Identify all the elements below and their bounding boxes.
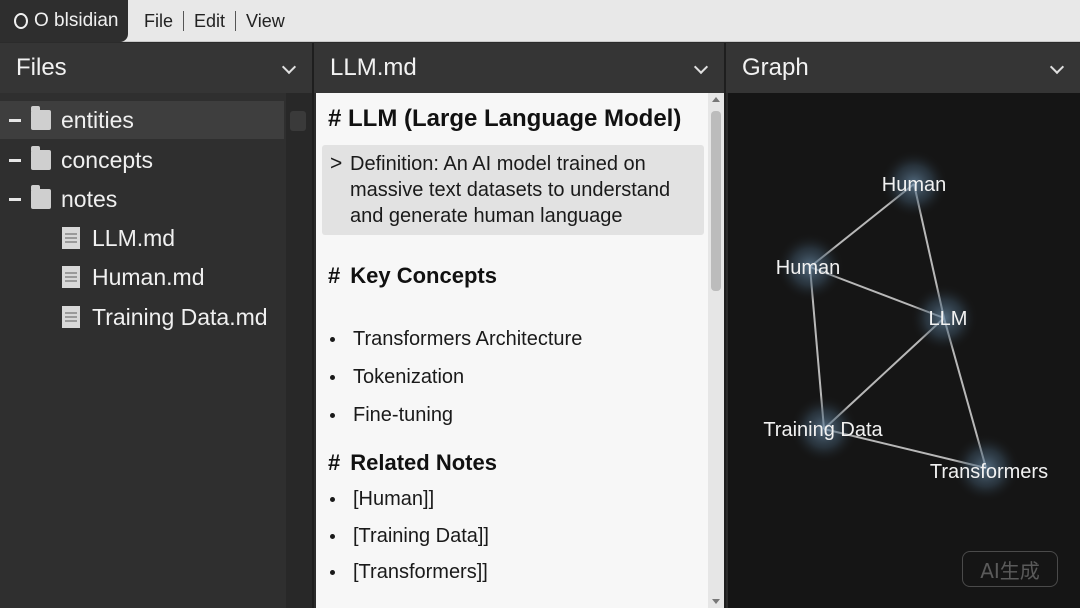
internal-link[interactable]: [Transformers]] [353,561,488,584]
list-item-text: Fine-tuning [353,404,454,426]
folder-icon [31,106,51,130]
bullet-icon [330,497,335,502]
definition-blockquote: > Definition: An AI model trained on mas… [322,145,704,235]
tree-item-notes[interactable]: notes [0,180,117,218]
graph-node-label[interactable]: LLM [929,308,968,330]
menu-edit[interactable]: Edit [190,11,229,32]
internal-link[interactable]: [Human]] [353,488,434,511]
collapse-dash-icon[interactable] [9,197,21,201]
folder-icon [31,185,51,209]
bullet-icon [330,375,335,380]
graph-node-label[interactable]: Training Data [763,419,883,441]
files-scrollbar[interactable] [286,93,312,608]
menu-separator [235,11,237,31]
note-heading: # LLM (Large Language Model) [328,105,682,132]
blockquote-marker: > [330,152,343,175]
graph-node-label[interactable]: Human [776,257,840,279]
heading-hash: # [328,450,341,475]
graph-node-label[interactable]: Transformers [930,461,1048,483]
editor-pane-title: LLM.md [330,54,417,81]
tree-item-entities[interactable]: entities [0,101,284,139]
folder-icon [31,146,51,170]
graph-view[interactable]: Human Human LLM Training Data Transforme… [728,93,1080,608]
menu-bar: File Edit View [140,0,289,42]
collapse-dash-icon[interactable] [9,158,21,162]
tree-item-concepts[interactable]: concepts [0,141,153,179]
heading-text: Key Concepts [350,263,497,288]
list-item-text: Tokenization [353,366,465,388]
graph-pane-title: Graph [742,54,809,81]
files-pane-header[interactable]: Files [0,43,312,93]
list-item: [Training Data]] [328,525,489,548]
chevron-down-icon[interactable] [693,59,709,75]
scroll-down-arrow-icon[interactable] [712,599,720,604]
list-item: [Human]] [328,488,434,511]
scrollbar-thumb[interactable] [290,111,306,131]
tree-item-label: notes [61,185,118,212]
graph-canvas[interactable]: Human Human LLM Training Data Transforme… [728,93,1080,608]
tree-item-label: Training Data.md [92,303,268,330]
menu-separator [183,11,185,31]
pane-divider[interactable] [724,43,726,608]
blockquote-text: Definition: An AI model trained on massi… [350,153,671,227]
tree-item-label: concepts [61,146,154,173]
ai-generated-watermark: AI生成 [962,551,1058,587]
heading-text: Related Notes [350,450,497,475]
bullet-icon [330,413,335,418]
heading-hash: # [328,263,341,288]
bullet-icon [330,337,335,342]
editor[interactable]: # LLM (Large Language Model) > Definitio… [316,93,708,608]
editor-scrollbar[interactable] [708,93,724,608]
chevron-down-icon[interactable] [281,59,297,75]
file-explorer: entities concepts notes LLM.md Human.md … [0,93,312,608]
key-concepts-heading: # Key Concepts [328,263,497,289]
scrollbar-thumb[interactable] [711,111,721,291]
internal-link[interactable]: [Training Data]] [353,525,489,548]
list-item: Transformers Architecture [328,328,582,351]
scroll-up-arrow-icon[interactable] [712,97,720,102]
file-icon [62,227,80,249]
file-icon [62,266,80,288]
chevron-down-icon[interactable] [1049,59,1065,75]
tree-item-label: LLM.md [92,224,176,251]
tree-item-label: Human.md [92,263,205,290]
editor-pane-header[interactable]: LLM.md [314,43,724,93]
list-item: Fine-tuning [328,404,453,427]
app-name: O blsidian [34,10,119,31]
tree-item-llm-md[interactable]: LLM.md [0,219,175,257]
bullet-icon [330,534,335,539]
menu-view[interactable]: View [242,11,289,32]
title-bar: O blsidian File Edit View [0,0,1080,42]
collapse-dash-icon[interactable] [9,118,21,122]
list-item: [Transformers]] [328,561,488,584]
graph-node-label[interactable]: Human [882,174,946,196]
tree-item-training-data-md[interactable]: Training Data.md [0,298,268,336]
menu-file[interactable]: File [140,11,177,32]
files-pane-title: Files [16,54,67,81]
pane-divider[interactable] [312,43,314,608]
app-tab[interactable]: O blsidian [0,0,128,42]
related-notes-heading: # Related Notes [328,450,497,476]
tree-item-label: entities [61,106,134,133]
file-icon [62,306,80,328]
obsidian-logo-icon [14,13,28,29]
graph-pane-header[interactable]: Graph [726,43,1080,93]
tree-item-human-md[interactable]: Human.md [0,258,204,296]
list-item: Tokenization [328,366,464,389]
bullet-icon [330,570,335,575]
list-item-text: Transformers Architecture [353,328,583,350]
